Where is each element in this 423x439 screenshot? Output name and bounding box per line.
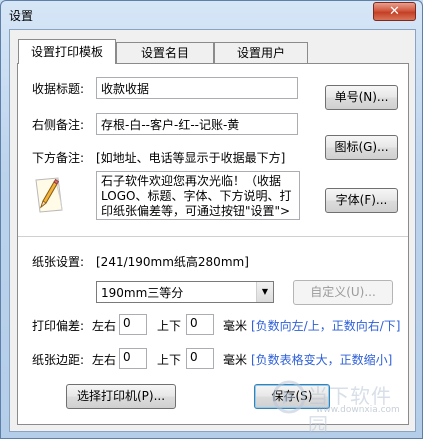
bottom-note-label: 下方备注: bbox=[32, 151, 85, 165]
chevron-down-icon[interactable]: ▼ bbox=[256, 282, 273, 302]
tab-users[interactable]: 设置用户 bbox=[214, 42, 308, 63]
watermark-logo-icon bbox=[272, 380, 306, 414]
number-button[interactable]: 单号(N)... bbox=[325, 85, 398, 110]
bottom-note-hint: [如地址、电话等显示于收据最下方] bbox=[96, 151, 286, 165]
right-note-input[interactable]: 存根-白--客户-红--记账-黄 bbox=[96, 113, 298, 135]
section-separator bbox=[18, 236, 408, 238]
margin-ud-label: 上下 bbox=[157, 353, 182, 367]
offset-hint: [负数向左/上，正数向右/下] bbox=[251, 319, 401, 333]
margin-label: 纸张边距: bbox=[32, 353, 85, 367]
tab-categories[interactable]: 设置名目 bbox=[116, 42, 214, 63]
offset-ud-input[interactable]: 0 bbox=[186, 314, 214, 335]
offset-lr-label: 左右 bbox=[92, 319, 117, 333]
select-printer-button[interactable]: 选择打印机(P)... bbox=[66, 384, 176, 409]
margin-lr-input[interactable]: 0 bbox=[119, 348, 147, 369]
print-offset-label: 打印偏差: bbox=[32, 319, 85, 333]
close-button[interactable]: ✕ bbox=[373, 2, 416, 21]
offset-unit-label: 毫米 bbox=[223, 319, 248, 333]
paper-size-select[interactable]: 190mm三等分 ▼ bbox=[96, 281, 274, 303]
font-button[interactable]: 字体(F)... bbox=[325, 188, 398, 213]
margin-hint: [负数表格变大，正数缩小] bbox=[251, 353, 393, 367]
margin-ud-input[interactable]: 0 bbox=[186, 348, 214, 369]
margin-unit-label: 毫米 bbox=[223, 353, 248, 367]
dialog-client: 设置打印模板 设置名目 设置用户 收据标题: 收款收据 右侧备注: 存根-白--… bbox=[9, 29, 416, 437]
icon-button[interactable]: 图标(G)... bbox=[325, 135, 398, 160]
print-template-panel: 收据标题: 收款收据 右侧备注: 存根-白--客户-红--记账-黄 单号(N).… bbox=[17, 63, 409, 437]
tab-print-template[interactable]: 设置打印模板 bbox=[18, 39, 116, 64]
window-title: 设置 bbox=[9, 9, 34, 23]
paper-size-selected: 190mm三等分 bbox=[101, 286, 184, 300]
margin-lr-label: 左右 bbox=[92, 353, 117, 367]
site-watermark: 当下软件园 www.downxia.com bbox=[272, 380, 402, 437]
offset-lr-input[interactable]: 0 bbox=[119, 314, 147, 335]
offset-ud-label: 上下 bbox=[157, 319, 182, 333]
right-note-label: 右侧备注: bbox=[32, 118, 85, 132]
paper-info: [241/190mm纸高280mm] bbox=[96, 255, 249, 269]
receipt-title-label: 收据标题: bbox=[32, 82, 85, 96]
bottom-note-textarea[interactable]: 石子软件欢迎您再次光临！（收据LOGO、标题、字体、下方说明、打印纸张偏差等，可… bbox=[96, 171, 300, 220]
watermark-en-text: www.downxia.com bbox=[316, 405, 400, 415]
receipt-title-input[interactable]: 收款收据 bbox=[96, 77, 298, 99]
paper-label: 纸张设置: bbox=[32, 255, 85, 269]
settings-window: 设置 ✕ 设置打印模板 设置名目 设置用户 收据标题: 收款收据 右侧备注: 存… bbox=[0, 0, 423, 439]
note-pencil-icon bbox=[35, 177, 63, 213]
custom-button[interactable]: 自定义(U)... bbox=[293, 280, 393, 305]
